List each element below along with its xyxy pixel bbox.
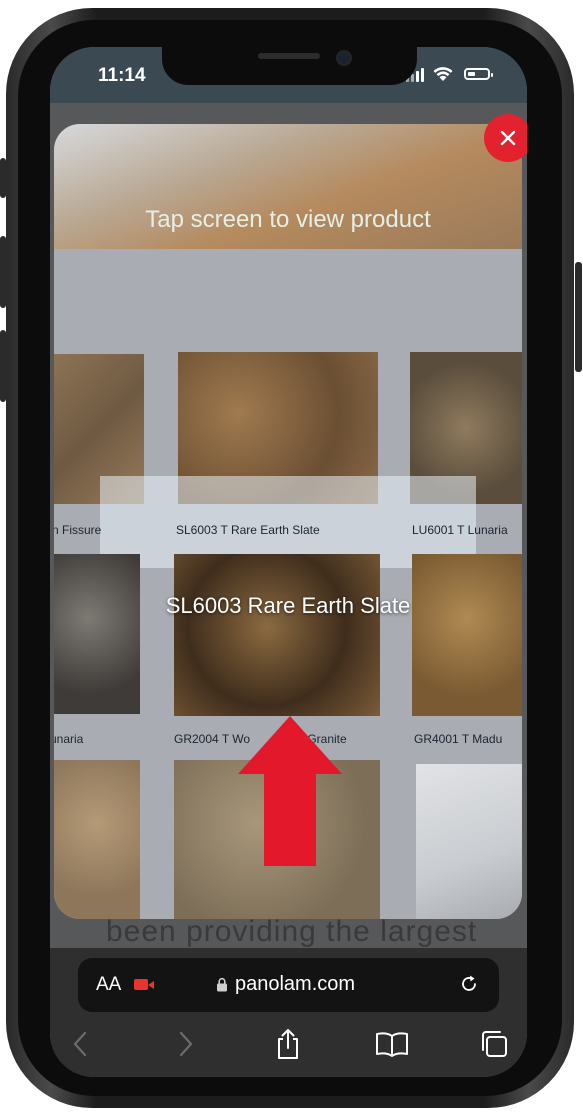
back-button[interactable] (62, 1026, 98, 1062)
camera-in-use-icon[interactable] (134, 979, 154, 990)
up-arrow-icon (238, 716, 342, 866)
front-camera (336, 50, 352, 66)
swatch-caption: SL6003 T Rare Earth Slate (176, 523, 320, 537)
reload-icon[interactable] (458, 973, 480, 995)
book-icon (376, 1032, 408, 1057)
notch (162, 47, 417, 85)
chevron-right-icon (179, 1031, 193, 1057)
earpiece-speaker (258, 53, 320, 59)
chevron-left-icon (73, 1031, 87, 1057)
status-time: 11:14 (98, 65, 146, 86)
lock-icon (217, 977, 227, 992)
tabs-button[interactable] (476, 1026, 512, 1062)
detected-product-label[interactable]: SL6003 Rare Earth Slate (54, 593, 522, 619)
phone-screen: 11:14 been providing the largest n Fissu… (50, 47, 527, 1077)
share-button[interactable] (270, 1026, 306, 1062)
volume-down-button (0, 330, 6, 402)
url-text[interactable]: panolam.com (235, 973, 355, 996)
swatch-tile (412, 554, 522, 716)
safari-toolbar (50, 1026, 527, 1066)
swatch-caption: unaria (54, 732, 84, 746)
swatch-tile (416, 764, 522, 919)
ar-camera-view[interactable]: n Fissure SL6003 T Rare Earth Slate LU60… (54, 124, 522, 919)
tabs-icon (482, 1031, 507, 1057)
page-body-text: been providing the largest (106, 915, 478, 948)
aa-label: AA (96, 974, 122, 995)
reader-settings-button[interactable]: AA (96, 974, 121, 996)
forward-button[interactable] (168, 1026, 204, 1062)
battery-icon (464, 68, 493, 80)
swatch-caption: GR4001 T Madu (414, 732, 503, 746)
swatch-caption: n Fissure (54, 523, 102, 537)
ar-hint-text: Tap screen to view product (145, 206, 431, 233)
swatch-tile (54, 554, 140, 714)
mute-switch (0, 158, 6, 198)
close-button[interactable] (484, 114, 527, 162)
bookmarks-button[interactable] (374, 1026, 410, 1062)
address-bar[interactable]: AA panolam.com (78, 958, 499, 1012)
swatch-tile (54, 760, 140, 919)
volume-up-button (0, 236, 6, 308)
close-icon (500, 130, 516, 146)
share-icon (278, 1029, 298, 1059)
wifi-icon (433, 67, 453, 81)
power-button (575, 262, 582, 372)
swatch-caption: LU6001 T Lunaria (412, 523, 508, 537)
swatch-tile-detected (174, 554, 380, 716)
safari-bottom-bar: AA panolam.com (50, 948, 527, 1077)
